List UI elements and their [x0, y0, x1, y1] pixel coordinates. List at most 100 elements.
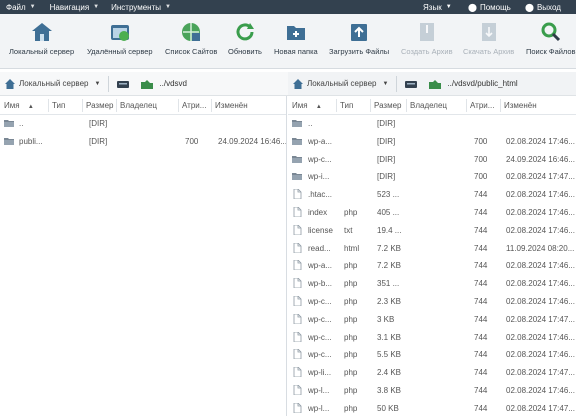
cell-type: txt	[344, 225, 353, 235]
file-icon	[293, 295, 302, 306]
upload-files-button[interactable]: Загрузить Файлы	[329, 21, 389, 56]
sort-asc-icon: ▲	[27, 104, 34, 110]
left-path-text[interactable]: ../vdsvd	[159, 79, 187, 88]
cell-size: 351 ...	[377, 279, 400, 289]
chevron-down-icon: ▼	[445, 4, 452, 10]
cell-size: [DIR]	[89, 136, 108, 146]
menu-tools-label: Инструменты	[111, 2, 161, 12]
site-list-label: Список Сайтов	[165, 47, 218, 56]
menu-exit[interactable]: ⬤ Выход	[525, 0, 561, 14]
column-owner[interactable]: Владелец	[120, 101, 157, 110]
cell-modified: 24.09.2024 16:46...	[218, 136, 287, 146]
menu-help-label: Помощь	[479, 2, 511, 12]
table-row[interactable]: wp-b... php 351 ... 744 02.08.2024 17:46...	[288, 275, 576, 293]
right-server-label: Локальный сервер	[307, 79, 377, 88]
column-name[interactable]: Имя ▲	[292, 101, 322, 110]
remote-server-button[interactable]: Удалённый сервер	[87, 21, 153, 56]
table-row[interactable]: .htac... 523 ... 744 02.08.2024 17:46...	[288, 186, 576, 204]
file-icon	[293, 384, 302, 395]
folder-up-icon[interactable]	[429, 79, 442, 89]
column-modified[interactable]: Изменён	[215, 101, 248, 110]
right-file-pane: Имя ▲ Тип Размер Владелец Атри... Изменё…	[288, 96, 576, 416]
cell-name: index	[308, 207, 328, 217]
cell-attributes: 744	[474, 243, 488, 253]
remote-server-icon	[110, 25, 129, 41]
search-files-button[interactable]: Поиск Файлов	[526, 21, 576, 56]
new-folder-button[interactable]: Новая папка	[274, 21, 318, 56]
menu-file[interactable]: Файл ▼	[1, 0, 41, 14]
cell-modified: 02.08.2024 17:46...	[506, 350, 575, 360]
column-type[interactable]: Тип	[340, 101, 353, 110]
table-row[interactable]: wp-l... php 3.8 KB 744 02.08.2024 17:46...	[288, 382, 576, 400]
table-row[interactable]: license txt 19.4 ... 744 02.08.2024 17:46...	[288, 222, 576, 240]
table-row[interactable]: wp-i... [DIR] 700 02.08.2024 17:47...	[288, 168, 576, 186]
cell-modified: 02.08.2024 17:46...	[506, 296, 575, 306]
cell-modified: 24.09.2024 16:46...	[506, 154, 575, 164]
file-icon	[293, 189, 302, 200]
table-row[interactable]: wp-c... php 3.1 KB 744 02.08.2024 17:46...	[288, 329, 576, 347]
table-row[interactable]: wp-c... php 3 KB 744 02.08.2024 17:47...	[288, 311, 576, 329]
cell-name: wp-c...	[308, 314, 332, 324]
column-attributes[interactable]: Атри...	[182, 101, 206, 110]
new-folder-icon	[286, 26, 305, 40]
column-modified[interactable]: Изменён	[504, 101, 537, 110]
folder-up-icon[interactable]	[141, 79, 154, 89]
table-row[interactable]: index php 405 ... 744 02.08.2024 17:46...	[288, 204, 576, 222]
cell-size: [DIR]	[377, 154, 396, 164]
divider	[396, 75, 398, 92]
divider	[108, 75, 110, 92]
menu-tools[interactable]: Инструменты ▼	[106, 0, 176, 14]
column-size[interactable]: Размер	[86, 101, 114, 110]
table-row[interactable]: wp-a... [DIR] 700 02.08.2024 17:46...	[288, 133, 576, 151]
chevron-down-icon: ▼	[165, 4, 171, 10]
column-type[interactable]: Тип	[52, 101, 65, 110]
left-server-select[interactable]: Локальный сервер ▼	[0, 72, 100, 96]
remote-server-label: Удалённый сервер	[87, 47, 153, 56]
file-icon	[293, 260, 302, 271]
cell-name: wp-l...	[308, 403, 330, 413]
house-icon	[5, 78, 15, 89]
file-icon	[293, 367, 302, 378]
column-attributes[interactable]: Атри...	[470, 101, 494, 110]
menu-language[interactable]: Язык ▼	[423, 0, 452, 14]
download-archive-button[interactable]: Скачать Архив	[463, 21, 514, 56]
table-row[interactable]: wp-c... php 2.3 KB 744 02.08.2024 17:46...	[288, 293, 576, 311]
create-archive-button[interactable]: Создать Архив	[401, 21, 453, 56]
menu-navigation-label: Навигация	[49, 2, 90, 12]
left-server-label: Локальный сервер	[19, 79, 89, 88]
table-row[interactable]: wp-c... php 5.5 KB 744 02.08.2024 17:46...	[288, 346, 576, 364]
drive-icon[interactable]	[117, 79, 130, 89]
column-size[interactable]: Размер	[374, 101, 402, 110]
file-icon	[293, 349, 302, 360]
table-row[interactable]: wp-a... php 7.2 KB 744 02.08.2024 17:46...	[288, 257, 576, 275]
cell-type: php	[344, 403, 358, 413]
cell-attributes: 744	[474, 332, 488, 342]
column-owner[interactable]: Владелец	[410, 101, 447, 110]
drive-icon[interactable]	[405, 79, 418, 89]
cell-attributes: 700	[185, 136, 199, 146]
refresh-button[interactable]: Обновить	[228, 21, 262, 56]
cell-attributes: 700	[474, 154, 488, 164]
table-row[interactable]: wp-l... php 50 KB 744 02.08.2024 17:47...	[288, 400, 576, 416]
right-path-text[interactable]: ../vdsvd/public_html	[447, 79, 517, 88]
local-server-button[interactable]: Локальный сервер	[9, 21, 74, 56]
menu-help[interactable]: ⬤ Помощь	[468, 0, 511, 14]
column-name[interactable]: Имя ▲	[4, 101, 34, 110]
menu-file-label: Файл	[6, 2, 26, 12]
menu-navigation[interactable]: Навигация ▼	[45, 0, 104, 14]
table-row[interactable]: read... html 7.2 KB 744 11.09.2024 08:20...	[288, 240, 576, 258]
refresh-label: Обновить	[228, 47, 262, 56]
table-row[interactable]: wp-li... php 2.4 KB 744 02.08.2024 17:47...	[288, 364, 576, 382]
right-server-select[interactable]: Локальный сервер ▼	[288, 72, 388, 96]
table-row[interactable]: wp-c... [DIR] 700 24.09.2024 16:46...	[288, 151, 576, 169]
cell-name: ..	[308, 119, 313, 128]
cell-type: php	[344, 368, 358, 378]
house-icon	[293, 78, 303, 89]
column-divider	[116, 99, 117, 112]
table-row[interactable]: .. [DIR]	[288, 115, 576, 133]
table-row[interactable]: publi... [DIR] 700 24.09.2024 16:46...	[0, 133, 286, 151]
site-list-button[interactable]: Список Сайтов	[165, 21, 217, 56]
table-row[interactable]: .. [DIR]	[0, 115, 286, 133]
menu-language-label: Язык	[423, 2, 442, 12]
help-icon: ⬤	[468, 2, 477, 12]
